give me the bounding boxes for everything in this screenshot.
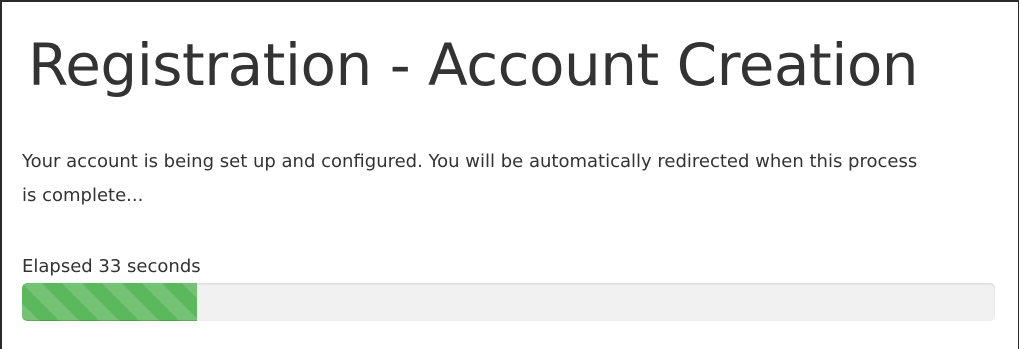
status-message: Your account is being set up and configu… bbox=[22, 151, 918, 206]
elapsed-time-label: Elapsed 33 seconds bbox=[22, 256, 201, 277]
progress-bar-track bbox=[22, 283, 995, 321]
page-container: Registration - Account Creation Your acc… bbox=[0, 0, 1019, 349]
progress-bar-fill bbox=[22, 283, 198, 321]
page-title: Registration - Account Creation bbox=[28, 31, 919, 99]
